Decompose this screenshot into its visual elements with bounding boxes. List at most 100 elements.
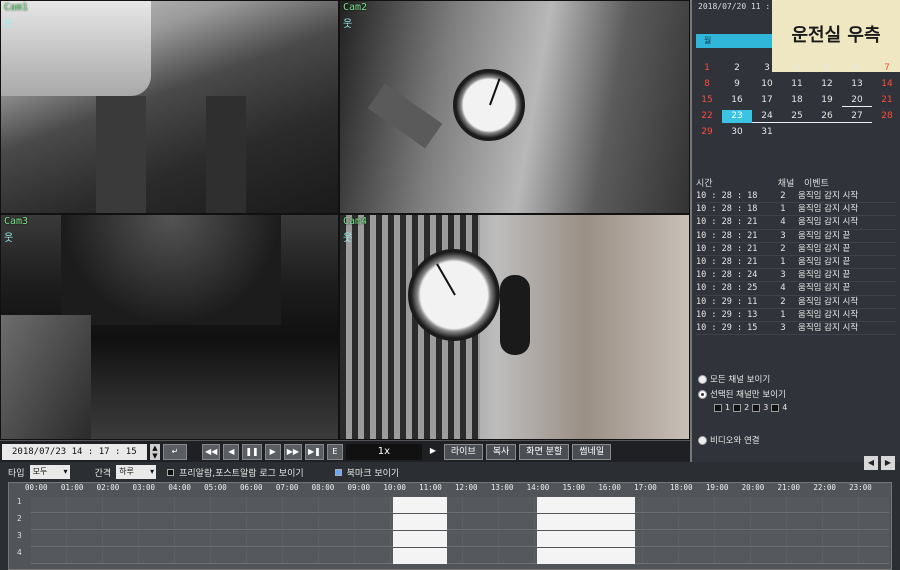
calendar-day[interactable]: 30 <box>722 126 752 139</box>
event-row[interactable]: 10 : 28 : 25 4 움직임 감지 끝 <box>696 282 896 296</box>
calendar-day[interactable]: 7 <box>872 62 900 75</box>
bookmark-checkbox[interactable] <box>334 468 342 476</box>
calendar-day[interactable]: 13 <box>842 78 872 91</box>
event-time: 10 : 28 : 18 <box>696 204 758 215</box>
interval-select[interactable]: 하루 <box>116 465 157 479</box>
channel-checkbox[interactable] <box>771 403 780 412</box>
calendar-header[interactable]: 월 <box>696 34 772 48</box>
prealarm-checkbox[interactable] <box>167 468 175 476</box>
right-panel: 2018/07/20 11 : 38 운전실 우측 월 1 2 3 4 5 6 7 8 9 10 1… <box>690 0 900 462</box>
video-link-option[interactable]: 비디오와 연결 <box>698 434 760 446</box>
recorded-segment[interactable] <box>393 497 447 513</box>
calendar-day[interactable]: 19 <box>812 94 842 107</box>
copy-button[interactable]: 복사 <box>485 443 517 460</box>
recorded-segment[interactable] <box>536 514 636 530</box>
calendar-day[interactable]: 23 <box>722 110 752 123</box>
camera-view-1[interactable]: Cam1 웃 <box>0 0 339 214</box>
recorded-segment[interactable] <box>393 514 447 530</box>
event-channel: 4 <box>780 283 786 294</box>
calendar-day[interactable]: 31 <box>752 126 782 139</box>
calendar-day[interactable]: 1 <box>692 62 722 75</box>
calendar-day[interactable]: 20 <box>842 94 872 107</box>
fast-forward-button[interactable]: ▶▶ <box>283 443 303 460</box>
recorded-segment[interactable] <box>393 548 447 564</box>
play-icon[interactable]: ▶ <box>425 444 441 460</box>
camera-label: Cam3 <box>4 216 29 227</box>
recorded-segment[interactable] <box>536 531 636 547</box>
calendar-day[interactable]: 2 <box>722 62 752 75</box>
recorded-segment[interactable] <box>393 531 447 547</box>
calendar-day[interactable]: 17 <box>752 94 782 107</box>
timeline[interactable]: 00:00 01:00 02:00 03:00 04:00 05:00 06:00 07:00… <box>8 482 892 570</box>
event-channel: 3 <box>780 322 786 333</box>
radio-icon[interactable] <box>698 435 707 445</box>
event-row[interactable]: 10 : 28 : 21 1 움직임 감지 끝 <box>696 256 896 270</box>
calendar-day[interactable]: 14 <box>872 78 900 91</box>
calendar-empty <box>872 126 900 139</box>
end-button[interactable]: E <box>326 443 343 460</box>
calendar-day[interactable]: 21 <box>872 94 900 107</box>
calendar-day[interactable]: 22 <box>692 110 722 123</box>
go-button[interactable]: ↵ <box>163 443 187 460</box>
radio-icon[interactable] <box>698 389 707 399</box>
calendar-day[interactable]: 6 <box>842 62 872 75</box>
radio-icon[interactable] <box>698 374 707 384</box>
calendar-day[interactable]: 29 <box>692 126 722 139</box>
calendar-day[interactable]: 11 <box>782 78 812 91</box>
timeline-body[interactable]: 1 2 3 4 <box>17 497 889 569</box>
fast-rewind-button[interactable]: ◀◀ <box>202 443 221 460</box>
calendar-day[interactable]: 18 <box>782 94 812 107</box>
camera-label: Cam4 <box>343 216 368 227</box>
event-row[interactable]: 10 : 28 : 18 1 움직임 감지 시작 <box>696 203 896 217</box>
event-row[interactable]: 10 : 28 : 24 3 움직임 감지 끝 <box>696 269 896 283</box>
timeline-row[interactable]: 3 <box>17 531 889 547</box>
next-frame-button[interactable]: ▶❚ <box>305 443 324 460</box>
calendar-day[interactable]: 12 <box>812 78 842 91</box>
event-row[interactable]: 10 : 28 : 18 2 움직임 감지 시작 <box>696 190 896 204</box>
recorded-segment[interactable] <box>536 548 636 564</box>
event-row[interactable]: 10 : 29 : 15 3 움직임 감지 시작 <box>696 322 896 336</box>
thumbnail-button[interactable]: 썸네일 <box>572 443 612 460</box>
calendar-day[interactable]: 15 <box>692 94 722 107</box>
calendar-day[interactable]: 10 <box>752 78 782 91</box>
timeline-prev-button[interactable]: ◀ <box>864 456 878 470</box>
all-channels-option[interactable]: 모든 채널 보이기 <box>698 373 770 385</box>
event-row[interactable]: 10 : 29 : 11 2 움직임 감지 시작 <box>696 296 896 309</box>
calendar-day[interactable]: 25 <box>782 110 812 123</box>
recorded-segment[interactable] <box>536 497 636 513</box>
channel-checkbox[interactable] <box>752 403 761 412</box>
timeline-row[interactable]: 1 <box>17 497 889 513</box>
camera-view-2[interactable]: Cam2 웃 <box>339 0 690 214</box>
calendar-day[interactable]: 16 <box>722 94 752 107</box>
playback-datetime-field[interactable]: 2018/07/23 14 : 17 : 15 <box>2 443 147 460</box>
timeline-next-button[interactable]: ▶ <box>881 456 895 470</box>
timeline-row[interactable]: 4 <box>17 548 889 564</box>
selected-channels-option[interactable]: 선택된 채널만 보이기 <box>698 388 786 400</box>
calendar-day[interactable]: 8 <box>692 78 722 91</box>
datetime-spinner[interactable]: ▲ ▼ <box>150 443 160 460</box>
pause-button[interactable]: ❚❚ <box>242 443 262 460</box>
calendar-day[interactable]: 27 <box>842 110 872 123</box>
calendar-day[interactable]: 4 <box>782 62 812 75</box>
rewind-button[interactable]: ◀ <box>223 443 240 460</box>
live-button[interactable]: 라이브 <box>443 443 483 460</box>
split-screen-button[interactable]: 화면 분할 <box>519 443 570 460</box>
camera-view-3[interactable]: Cam3 웃 <box>0 214 339 440</box>
type-select[interactable]: 모두 <box>29 465 70 479</box>
event-row[interactable]: 10 : 28 : 21 4 움직임 감지 시작 <box>696 216 896 230</box>
calendar-day[interactable]: 24 <box>752 110 782 123</box>
event-row[interactable]: 10 : 29 : 13 1 움직임 감지 시작 <box>696 309 896 322</box>
camera-view-4[interactable]: Cam4 웃 <box>339 214 690 440</box>
hour-tick-label: 05:00 <box>204 483 227 492</box>
event-row[interactable]: 10 : 28 : 21 2 움직임 감지 끝 <box>696 243 896 256</box>
calendar-day[interactable]: 26 <box>812 110 842 123</box>
channel-checkbox[interactable] <box>733 403 742 412</box>
channel-checkbox[interactable] <box>714 403 722 412</box>
event-row[interactable]: 10 : 28 : 21 3 움직임 감지 끝 <box>696 230 896 243</box>
calendar-day[interactable]: 3 <box>752 62 782 75</box>
calendar-day[interactable]: 5 <box>812 62 842 75</box>
timeline-row[interactable]: 2 <box>17 514 889 530</box>
calendar-day[interactable]: 9 <box>722 78 752 91</box>
calendar-day[interactable]: 28 <box>872 110 900 123</box>
step-forward-button[interactable]: ▶ <box>264 443 281 460</box>
